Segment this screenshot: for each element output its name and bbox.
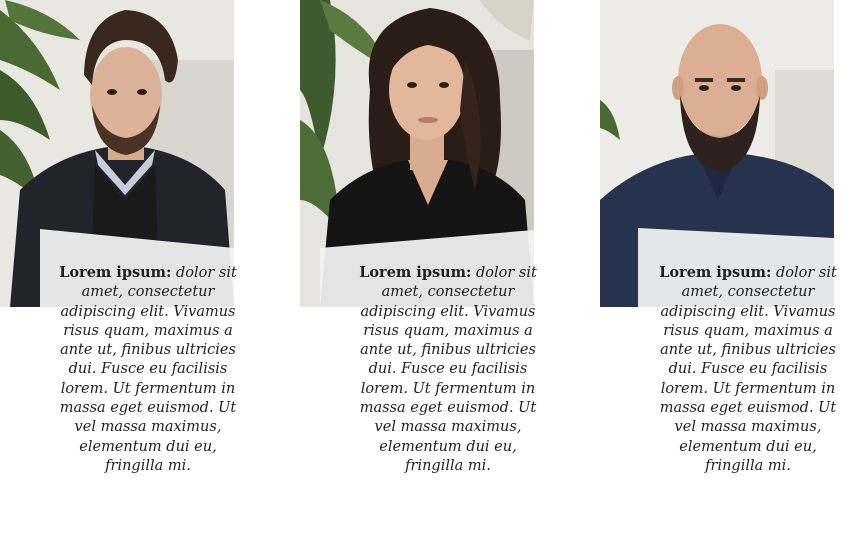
caption-body: dolor sit amet, consectetur adipiscing e…	[359, 265, 537, 474]
caption-lead: Lorem ipsum:	[359, 264, 472, 281]
portrait-woman-dark-hair-icon	[300, 0, 534, 307]
team-card-3: Lorem ipsum: dolor sit amet, consectetur…	[600, 0, 837, 480]
member-photo-1	[0, 0, 234, 307]
member-caption-2: Lorem ipsum: dolor sit amet, consectetur…	[355, 263, 541, 476]
caption-body: dolor sit amet, consectetur adipiscing e…	[659, 265, 837, 474]
caption-body: dolor sit amet, consectetur adipiscing e…	[59, 265, 237, 474]
team-card-1: Lorem ipsum: dolor sit amet, consectetur…	[0, 0, 237, 480]
member-caption-3: Lorem ipsum: dolor sit amet, consectetur…	[655, 263, 841, 476]
member-photo-2	[300, 0, 534, 307]
caption-lead: Lorem ipsum:	[659, 264, 772, 281]
team-card-2: Lorem ipsum: dolor sit amet, consectetur…	[300, 0, 537, 480]
member-photo-3	[600, 0, 834, 307]
caption-lead: Lorem ipsum:	[59, 264, 172, 281]
portrait-man-dark-hair-icon	[0, 0, 234, 307]
portrait-bald-bearded-man-icon	[600, 0, 834, 307]
member-caption-1: Lorem ipsum: dolor sit amet, consectetur…	[55, 263, 241, 476]
